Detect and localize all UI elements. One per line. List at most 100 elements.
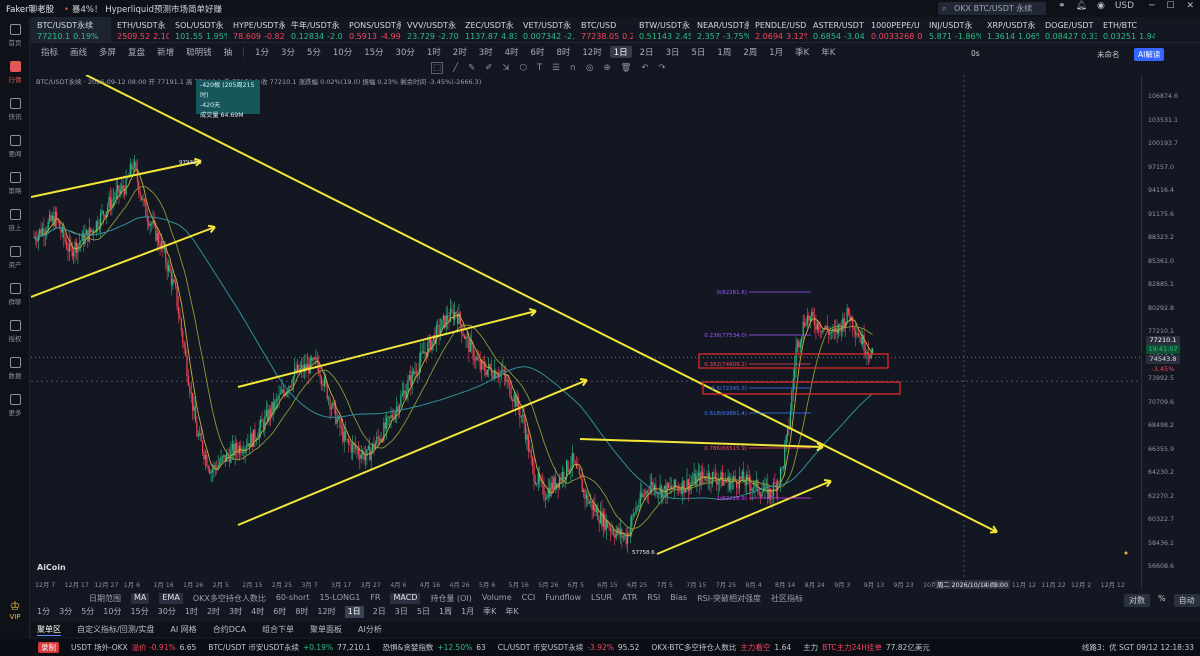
ticker-item[interactable]: ETH/BTC0.032511.94% <box>1097 17 1155 42</box>
ai-interpret-button[interactable]: AI解读 <box>1134 48 1165 61</box>
toolbar-item[interactable]: 1周 <box>713 46 735 58</box>
indicator-item[interactable]: EMA <box>159 593 183 604</box>
search-input[interactable]: ⌕ OKX BTC/USDT 永续 <box>938 2 1046 15</box>
sidebar-item-7[interactable]: 群聊 <box>0 276 30 313</box>
indicator-item[interactable]: RSI-突破相对强度 <box>697 593 761 604</box>
ticker-item[interactable]: 牛年/USDT永0.12834-2.07% <box>285 17 343 42</box>
measure-tool-icon[interactable]: ⇲ <box>502 63 509 73</box>
timeframe-item[interactable]: 8时 <box>295 606 308 618</box>
indicator-item[interactable]: ATR <box>622 593 637 604</box>
record-badge[interactable]: 录制 <box>38 642 59 653</box>
toolbar-item[interactable]: 季K <box>791 46 813 58</box>
shape-tool-icon[interactable]: ⬡ <box>520 63 527 73</box>
scale-control[interactable]: 对数 <box>1124 594 1150 607</box>
indicator-item[interactable]: Volume <box>482 593 512 604</box>
status-item[interactable]: USDT 场外-OKX 溢价 -0.91% 6.65 <box>71 642 196 653</box>
sidebar-item-9[interactable]: 数据 <box>0 350 30 387</box>
bottom-tab[interactable]: AI 网格 <box>170 624 196 635</box>
ticker-item[interactable]: ETH/USDT永2509.522.10% <box>111 17 169 42</box>
indicator-item[interactable]: LSUR <box>591 593 612 604</box>
ticker-item[interactable]: HYPE/USDT永78.609-0.82% <box>227 17 285 42</box>
toolbar-item[interactable]: 2周 <box>739 46 761 58</box>
timeframe-item[interactable]: 1日 <box>344 606 364 618</box>
indicator-item[interactable]: MA <box>131 593 150 604</box>
timeframe-item[interactable]: 1分 <box>37 606 50 618</box>
timeframe-item[interactable]: 3分 <box>59 606 72 618</box>
maximize-icon[interactable]: ☐ <box>1166 1 1174 11</box>
sidebar-item-10[interactable]: 更多 <box>0 387 30 424</box>
timeframe-item[interactable]: 3日 <box>395 606 408 618</box>
bottom-tab[interactable]: 自定义指标/回测/实盘 <box>77 624 154 635</box>
toolbar-item[interactable]: 新增 <box>153 46 178 58</box>
line-tool-icon[interactable]: ╱ <box>453 63 458 73</box>
timeframe-item[interactable]: 6时 <box>273 606 286 618</box>
bell-icon[interactable]: 🔔︎ <box>1076 1 1087 11</box>
toolbar-item[interactable]: 1日 <box>609 46 632 58</box>
toolbar-item[interactable]: 1分 <box>251 46 273 58</box>
ticker-item[interactable]: VET/USDT永0.007342-2.34 <box>517 17 575 42</box>
trash-tool-icon[interactable]: 🗑︎ <box>621 63 632 73</box>
indicator-item[interactable]: 15-LONG1 <box>319 593 360 604</box>
redo-icon[interactable]: ↷ <box>658 63 665 73</box>
indicator-item[interactable]: 社区指标 <box>771 593 803 604</box>
bottom-tab[interactable]: 合约DCA <box>213 624 246 635</box>
pen-tool-icon[interactable]: ✎ <box>468 63 475 73</box>
toolbar-item[interactable]: 30分 <box>392 46 419 58</box>
timeframe-item[interactable]: 10分 <box>103 606 121 618</box>
indicator-item[interactable]: 持仓量 (OI) <box>430 593 471 604</box>
layout-name[interactable]: 未命名 <box>1097 49 1120 60</box>
sidebar-item-5[interactable]: 链上 <box>0 202 30 239</box>
indicator-item[interactable]: FR <box>370 593 380 604</box>
link-icon[interactable]: ⚭ <box>1058 1 1066 11</box>
currency-select[interactable]: USD <box>1115 1 1134 11</box>
toolbar-item[interactable]: 复盘 <box>124 46 149 58</box>
timeframe-item[interactable]: 2时 <box>207 606 220 618</box>
ticker-item[interactable]: PONS/USDT永0.5913-4.99% <box>343 17 401 42</box>
bottom-tab[interactable]: 组合下单 <box>262 624 294 635</box>
timeframe-item[interactable]: 4时 <box>251 606 264 618</box>
indicator-item[interactable]: 日期范围 <box>89 593 121 604</box>
indicator-item[interactable]: OKX多空持仓人数比 <box>193 593 266 604</box>
toolbar-item[interactable]: 1时 <box>423 46 445 58</box>
ticker-item[interactable]: SOL/USDT永101.551.95% <box>169 17 227 42</box>
toolbar-item[interactable]: 指标 <box>37 46 62 58</box>
toolbar-item[interactable]: 8时 <box>552 46 574 58</box>
magnet-tool-icon[interactable]: ∩ <box>570 63 576 73</box>
toolbar-item[interactable]: 15分 <box>360 46 387 58</box>
indicator-item[interactable]: 60-short <box>276 593 310 604</box>
brush-tool-icon[interactable]: ✐ <box>485 63 492 73</box>
ticker-item[interactable]: VVV/USDT永23.729-2.70% <box>401 17 459 42</box>
timeframe-item[interactable]: 1月 <box>461 606 474 618</box>
toolbar-item[interactable]: 2日 <box>636 46 658 58</box>
bottom-tab[interactable]: 聚单区 <box>37 624 61 636</box>
text-tool-icon[interactable]: T <box>537 63 542 73</box>
sidebar-item-6[interactable]: 资产 <box>0 239 30 276</box>
price-axis[interactable]: 106874.6 103531.1 100193.7 97157.0 94116.4 91… <box>1141 75 1200 590</box>
timeframe-item[interactable]: 5日 <box>417 606 430 618</box>
toolbar-item[interactable]: 抽 <box>220 46 237 58</box>
timeframe-item[interactable]: 12时 <box>317 606 335 618</box>
sidebar-item-2[interactable]: 快讯 <box>0 91 30 128</box>
timeframe-item[interactable]: 年K <box>505 606 518 618</box>
timeframe-item[interactable]: 3时 <box>229 606 242 618</box>
ticker-item[interactable]: BTC/USDT永续 77210.1 0.19% <box>31 17 111 42</box>
undo-icon[interactable]: ↶ <box>641 63 648 73</box>
toolbar-item[interactable]: 3分 <box>277 46 299 58</box>
toolbar-item[interactable]: 3日 <box>662 46 684 58</box>
toolbar-item[interactable]: 2时 <box>449 46 471 58</box>
ticker-item[interactable]: INJ/USDT永 5.871 -1.86% <box>923 17 981 42</box>
toolbar-item[interactable]: 3时 <box>475 46 497 58</box>
bottom-tab[interactable]: 聚单面板 <box>310 624 342 635</box>
toolbar-item[interactable]: 年K <box>817 46 839 58</box>
fib-tool-icon[interactable]: ☰ <box>552 63 560 73</box>
timeframe-item[interactable]: 季K <box>483 606 496 618</box>
ticker-item[interactable]: PENDLE/USD2.06943.12% <box>749 17 807 42</box>
indicator-item[interactable]: Fundflow <box>545 593 581 604</box>
toolbar-item[interactable]: 聪明钱 <box>182 46 216 58</box>
status-item[interactable]: 恐惧&贪婪指数 +12.50% 63 <box>382 642 485 653</box>
toolbar-item[interactable]: 12时 <box>578 46 605 58</box>
timeframe-item[interactable]: 1周 <box>439 606 452 618</box>
status-item[interactable]: BTC/USDT 币安USDT永续 +0.19% 77,210.1 <box>208 642 370 653</box>
ticker-item[interactable]: BTC/USD77238.050.201 <box>575 17 633 42</box>
timeframe-item[interactable]: 15分 <box>130 606 148 618</box>
